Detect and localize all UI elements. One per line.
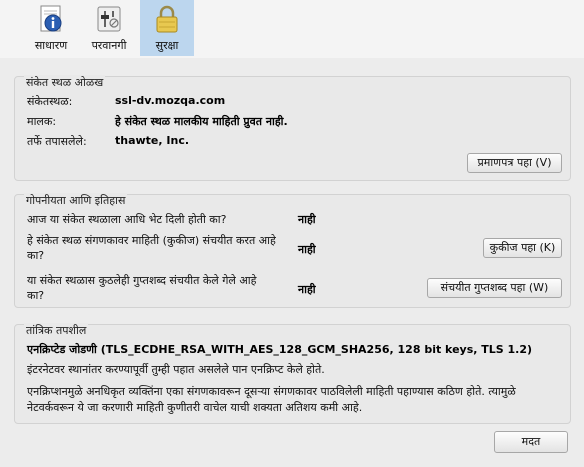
site-label: संकेतस्थळ: xyxy=(27,95,73,108)
cipher-info: एनक्रिप्टेड जोडणी (TLS_ECDHE_RSA_WITH_AE… xyxy=(27,343,533,356)
owner-label: मालक: xyxy=(27,115,57,128)
passwords-answer: नाही xyxy=(298,283,316,296)
privacy-title: गोपनीयता आणि इतिहास xyxy=(24,193,128,208)
toolbar: साधारण परवानगी सुरक्षा xyxy=(0,0,584,58)
encryption-explanation: एनक्रिप्शनमुळे अनधिकृत व्यक्तिंना एका सं… xyxy=(27,385,516,414)
passwords-question: या संकेत स्थळास कुठलेही गुप्तशब्द संचयीत… xyxy=(27,274,257,302)
tab-general-label: साधारण xyxy=(34,39,68,52)
privacy-group: गोपनीयता आणि इतिहास आज या संकेत स्थळाला … xyxy=(14,193,571,308)
visited-question: आज या संकेत स्थळाला आधि भेट दिली होती का… xyxy=(27,213,227,226)
tab-permissions-label: परवानगी xyxy=(91,39,127,52)
identity-group: संकेत स्थळ ओळख संकेतस्थळ: ssl-dv.mozqa.c… xyxy=(14,75,571,181)
help-button[interactable]: मदत xyxy=(494,431,568,453)
tab-security-label: सुरक्षा xyxy=(155,39,179,52)
site-value: ssl-dv.mozqa.com xyxy=(115,94,226,107)
info-icon xyxy=(40,5,62,32)
owner-value: हे संकेत स्थळ मालकीय माहिती प्रुवत नाही. xyxy=(115,115,288,128)
view-certificate-button[interactable]: प्रमाणपत्र पहा (V) xyxy=(467,153,562,173)
technical-group: तांत्रिक तपशील एनक्रिप्टेड जोडणी (TLS_EC… xyxy=(14,323,571,424)
identity-title: संकेत स्थळ ओळख xyxy=(24,75,106,90)
technical-title: तांत्रिक तपशील xyxy=(24,323,89,338)
lock-icon xyxy=(156,5,178,33)
tab-security[interactable]: सुरक्षा xyxy=(140,0,194,56)
tab-general[interactable]: साधारण xyxy=(24,0,78,56)
cookies-question: हे संकेत स्थळ संगणकावर माहिती (कुकीज) सं… xyxy=(27,234,276,262)
verifier-label: तर्फे तपासलेले: xyxy=(27,135,87,148)
encryption-note: इंटरनेटवर स्थानांतर करण्यापूर्वी तुम्ही … xyxy=(27,363,325,376)
permissions-icon xyxy=(97,6,121,32)
cookies-answer: नाही xyxy=(298,243,316,256)
verifier-value: thawte, Inc. xyxy=(115,134,190,147)
view-cookies-button[interactable]: कुकीज पहा (K) xyxy=(483,238,562,258)
view-passwords-button[interactable]: संचयीत गुप्तशब्द पहा (W) xyxy=(427,278,562,298)
tab-permissions[interactable]: परवानगी xyxy=(82,0,136,56)
visited-answer: नाही xyxy=(298,213,316,226)
